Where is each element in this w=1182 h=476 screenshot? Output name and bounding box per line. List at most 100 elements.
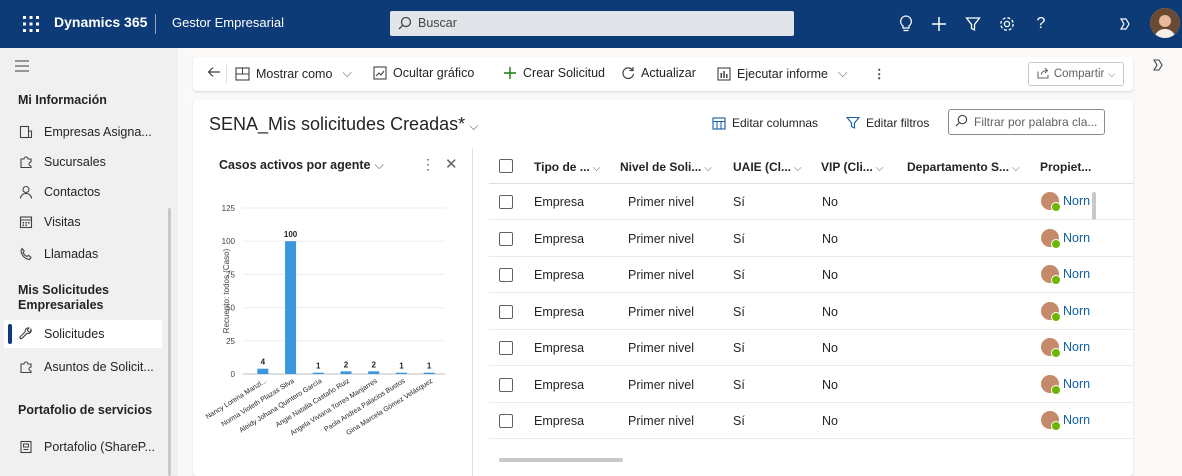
view-selector[interactable]: SENA_Mis solicitudes Creadas* ⌵ <box>209 114 478 135</box>
row-checkbox[interactable] <box>499 268 513 282</box>
edit-filters-button[interactable]: Editar filtros <box>846 116 929 130</box>
owner-avatar <box>1041 338 1061 358</box>
lightbulb-icon[interactable] <box>895 13 917 35</box>
y-tick-label: 125 <box>222 204 236 213</box>
column-header-tipo[interactable]: Tipo de ... ⌵ <box>534 160 600 174</box>
chart-selector[interactable]: Casos activos por agente ⌵ <box>219 158 384 173</box>
refresh-icon <box>621 66 635 80</box>
row-checkbox[interactable] <box>499 377 513 392</box>
app-name[interactable]: Dynamics 365 <box>54 14 147 30</box>
cell-owner-link[interactable]: Norn <box>1041 228 1090 249</box>
cell-owner-link[interactable]: Norn <box>1041 374 1091 395</box>
search-icon <box>955 114 968 130</box>
sidebar-item-portafolio[interactable]: Portafolio (ShareP... <box>18 433 168 461</box>
show-as-button[interactable]: Mostrar como ⌵ <box>235 66 352 81</box>
owner-name: Norn <box>1063 376 1091 391</box>
cell-tipo: Empresa <box>534 231 585 246</box>
owner-avatar <box>1041 228 1061 249</box>
bar-data-label: 100 <box>284 230 298 239</box>
sidebar-item-contactos[interactable]: Contactos <box>18 178 168 206</box>
column-header-label: UAIE (Cl... <box>733 160 792 174</box>
chart-panel: Casos activos por agente ⌵ ⋮ ✕ Recuento: … <box>193 148 473 476</box>
grid-vertical-scrollbar[interactable] <box>1092 192 1096 220</box>
hamburger-icon[interactable] <box>14 60 30 75</box>
column-header-vip[interactable]: VIP (Cli... ⌵ <box>821 160 883 174</box>
row-checkbox[interactable] <box>499 231 513 246</box>
back-button[interactable] <box>207 66 227 78</box>
cell-owner-link[interactable]: Norn <box>1041 411 1090 431</box>
row-checkbox[interactable] <box>499 304 513 319</box>
row-checkbox[interactable] <box>499 414 513 428</box>
search-box[interactable]: Buscar <box>390 11 794 36</box>
cell-uaie: Sí <box>733 377 745 392</box>
sidebar-scrollbar[interactable] <box>168 208 171 476</box>
app-launcher-icon[interactable] <box>20 13 42 35</box>
close-icon[interactable]: ✕ <box>445 155 458 173</box>
keyword-filter-input[interactable]: Filtrar por palabra cla... <box>948 109 1105 135</box>
table-row[interactable]: Empresa Primer nivel Sí No Norn <box>489 367 1133 403</box>
column-header-label: Departamento S... <box>907 160 1010 174</box>
column-header-departamento[interactable]: Departamento S... ⌵ <box>907 160 1020 174</box>
sidebar-item-solicitudes[interactable]: Solicitudes <box>4 320 162 348</box>
y-tick-label: 25 <box>226 337 235 346</box>
gear-icon[interactable] <box>996 13 1018 35</box>
sidebar-item-label: Portafolio (ShareP... <box>44 440 155 454</box>
copilot-icon[interactable] <box>1114 13 1136 35</box>
table-row[interactable]: Empresa Primer nivel Sí No Norn <box>489 403 1133 439</box>
cell-owner-link[interactable]: Norn <box>1041 265 1090 285</box>
grid-horizontal-scrollbar[interactable] <box>499 458 623 462</box>
filter-icon <box>846 116 860 130</box>
wrench-icon <box>18 326 34 342</box>
cell-owner-link[interactable]: Norn <box>1041 338 1090 358</box>
chevron-down-icon: ⌵ <box>1012 163 1020 174</box>
refresh-label: Actualizar <box>641 66 696 80</box>
edit-filters-label: Editar filtros <box>866 116 930 130</box>
cell-owner-link[interactable]: Norn <box>1041 301 1090 322</box>
cell-tipo: Empresa <box>534 414 585 428</box>
sidebar-item-sucursales[interactable]: Sucursales <box>18 148 168 176</box>
more-commands-button[interactable]: ⋮ <box>873 66 886 81</box>
table-row[interactable]: Empresa Primer nivel Sí No Norn <box>489 257 1133 293</box>
plus-icon[interactable] <box>928 13 950 35</box>
column-header-label: VIP (Cli... <box>821 160 873 174</box>
filter-icon[interactable] <box>962 13 984 35</box>
table-row[interactable]: Empresa Primer nivel Sí No Norn <box>489 330 1133 366</box>
help-icon[interactable]: ? <box>1030 13 1052 35</box>
app-module-name[interactable]: Gestor Empresarial <box>172 15 284 30</box>
chevron-down-icon: ⌵ <box>374 158 384 172</box>
table-row[interactable]: Empresa Primer nivel Sí No Norn <box>489 221 1133 257</box>
create-request-label: Crear Solicitud <box>523 66 605 80</box>
table-row[interactable]: Empresa Primer nivel Sí No Norn <box>489 294 1133 330</box>
refresh-button[interactable]: Actualizar <box>621 66 696 80</box>
sidebar-item-visitas[interactable]: Visitas <box>18 208 168 236</box>
sidebar-item-llamadas[interactable]: Llamadas <box>18 240 168 268</box>
table-row[interactable]: Empresa Primer nivel Sí No Norn <box>489 184 1133 220</box>
user-avatar[interactable] <box>1150 8 1180 38</box>
y-tick-label: 75 <box>226 270 235 279</box>
sidebar-item-empresas[interactable]: Empresas Asigna... <box>18 118 168 146</box>
person-icon <box>18 184 34 200</box>
cell-vip: No <box>822 414 838 428</box>
edit-columns-button[interactable]: Editar columnas <box>712 116 818 130</box>
chart-bar <box>340 371 352 374</box>
column-header-label: Propiet... <box>1040 160 1092 174</box>
column-header-propietario[interactable]: Propiet... <box>1040 160 1091 174</box>
column-header-uaie[interactable]: UAIE (Cl... ⌵ <box>733 160 802 174</box>
cell-vip: No <box>822 231 838 246</box>
row-checkbox[interactable] <box>499 195 513 209</box>
cell-tipo: Empresa <box>534 341 585 355</box>
more-options-icon[interactable]: ⋮ <box>421 156 435 173</box>
cell-nivel: Primer nivel <box>628 304 694 319</box>
hide-chart-button[interactable]: Ocultar gráfico <box>373 66 474 80</box>
cell-owner-link[interactable]: Norn <box>1041 192 1090 212</box>
create-request-button[interactable]: Crear Solicitud <box>503 66 605 80</box>
run-report-button[interactable]: Ejecutar informe ⌵ <box>717 66 848 81</box>
share-button[interactable]: Compartir ⌵ <box>1028 62 1124 86</box>
cell-tipo: Empresa <box>534 268 585 282</box>
copilot-side-icon[interactable] <box>1150 57 1166 76</box>
chevron-down-icon: ⌵ <box>342 66 352 80</box>
column-header-nivel[interactable]: Nivel de Soli... ⌵ <box>620 160 712 174</box>
select-all-checkbox[interactable] <box>499 159 513 173</box>
sidebar-item-asuntos[interactable]: Asuntos de Solicit... <box>18 353 168 381</box>
row-checkbox[interactable] <box>499 341 513 355</box>
